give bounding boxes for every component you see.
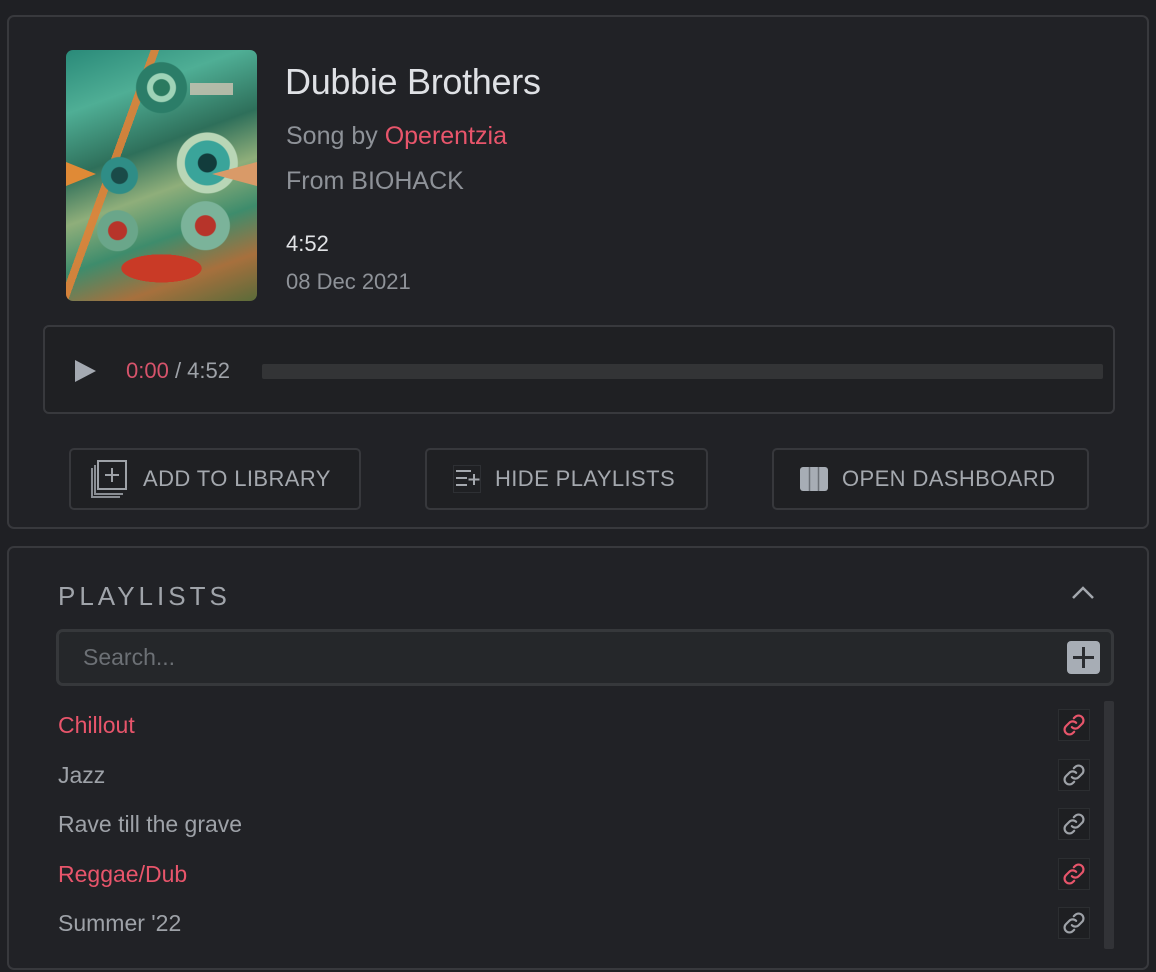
playlist-name[interactable]: Jazz [58, 762, 105, 789]
playlist-search-input[interactable] [59, 632, 1049, 683]
progress-bar[interactable] [262, 364, 1103, 379]
library-add-icon [91, 460, 127, 498]
song-byline: Song by Operentzia [286, 122, 507, 151]
link-icon [1063, 813, 1085, 835]
album-cover-image [66, 50, 257, 301]
add-to-library-label: ADD TO LIBRARY [143, 466, 331, 491]
cover-decoration [212, 162, 257, 186]
play-icon[interactable] [75, 360, 96, 382]
byline-prefix: Song by [286, 122, 385, 150]
artist-link[interactable]: Operentzia [385, 122, 507, 150]
playlists-heading: PLAYLISTS [58, 581, 231, 611]
current-time: 0:00 [126, 358, 169, 383]
playlist-name[interactable]: Reggae/Dub [58, 861, 187, 888]
playlist-name[interactable]: Chillout [58, 712, 135, 739]
collapse-button[interactable] [1068, 582, 1098, 604]
playlist-scrollbar[interactable] [1104, 701, 1114, 949]
playlist-item[interactable]: Summer '22 [58, 899, 1098, 949]
dashboard-columns-icon [800, 467, 828, 491]
link-toggle-button[interactable] [1058, 808, 1090, 840]
audio-player: 0:00 / 4:52 [43, 325, 1115, 414]
song-duration: 4:52 [286, 231, 329, 256]
link-toggle-button[interactable] [1058, 758, 1090, 791]
link-toggle-button[interactable] [1058, 907, 1090, 939]
playlist-item[interactable]: Reggae/Dub [58, 850, 1098, 900]
add-to-library-button[interactable]: ADD TO LIBRARY [69, 448, 361, 510]
playlist-search [56, 629, 1114, 686]
chevron-up-icon [1072, 586, 1094, 599]
playlist-add-icon [453, 465, 481, 493]
open-dashboard-button[interactable]: OPEN DASHBOARD [772, 448, 1089, 510]
cover-label [190, 83, 233, 95]
link-toggle-button[interactable] [1058, 857, 1090, 890]
song-card: Dubbie Brothers Song by Operentzia From … [7, 15, 1149, 529]
release-date: 08 Dec 2021 [286, 269, 411, 294]
link-toggle-button[interactable] [1058, 709, 1090, 741]
link-icon [1063, 862, 1085, 885]
time-separator: / [168, 358, 188, 383]
hide-playlists-label: HIDE PLAYLISTS [495, 466, 676, 491]
cover-decoration [66, 162, 96, 186]
link-icon [1063, 763, 1085, 786]
open-dashboard-label: OPEN DASHBOARD [842, 466, 1056, 491]
playlist-list: Chillout Jazz Rave till the grave Reggae… [58, 701, 1098, 949]
time-display: 0:00 / 4:52 [126, 358, 230, 384]
playlist-item[interactable]: Rave till the grave [58, 800, 1098, 850]
song-title: Dubbie Brothers [285, 61, 541, 102]
add-playlist-button[interactable] [1067, 641, 1100, 674]
link-icon [1063, 912, 1085, 934]
playlist-name[interactable]: Rave till the grave [58, 811, 242, 838]
hide-playlists-button[interactable]: HIDE PLAYLISTS [425, 448, 708, 510]
playlist-item[interactable]: Jazz [58, 751, 1098, 801]
playlist-name[interactable]: Summer '22 [58, 910, 181, 937]
playlist-item[interactable]: Chillout [58, 701, 1098, 751]
album-name: From BIOHACK [286, 167, 464, 195]
link-icon [1063, 714, 1085, 736]
total-time: 4:52 [187, 358, 230, 383]
playlists-panel: PLAYLISTS Chillout Jazz [7, 546, 1149, 970]
